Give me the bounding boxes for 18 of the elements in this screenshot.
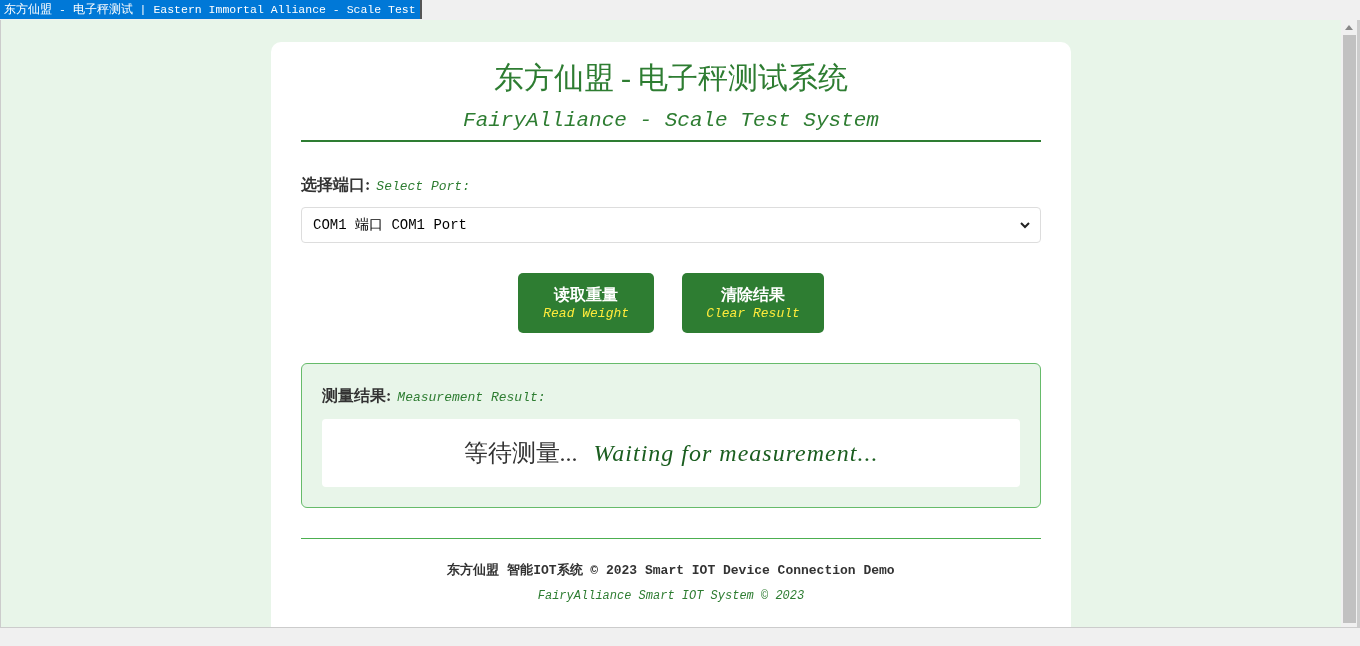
result-label-english: Measurement Result: — [397, 390, 546, 405]
port-label-english: Select Port: — [376, 179, 470, 194]
page-title: 东方仙盟 - 电子秤测试系统 — [492, 60, 850, 96]
scrollbar-thumb[interactable] — [1342, 35, 1356, 623]
footer-text: 东方仙盟 智能IOT系统 © 2023 Smart IOT Device Connection Demo — [446, 561, 896, 579]
footer-subtext: FairyAlliance Smart IOT System © 2023 — [536, 589, 806, 603]
port-label: 选择端口: — [301, 175, 371, 195]
page-subtitle: FairyAlliance - Scale Test System — [462, 108, 880, 134]
scrollbar[interactable] — [1341, 20, 1360, 627]
action-button[interactable]: 读取重量 Read Weight — [518, 273, 655, 333]
chevron-down-icon — [1020, 221, 1030, 229]
result-text: 等待测量... — [463, 439, 578, 468]
result-text-english: Waiting for measurement... — [593, 439, 879, 467]
scroll-up-icon[interactable] — [1345, 25, 1353, 30]
window-title: 东方仙盟 - 电子秤测试 | Eastern Immortal Alliance - Scale Test — [0, 0, 422, 19]
result-label: 测量结果: — [322, 386, 392, 406]
action-button[interactable]: 清除结果 Clear Result — [682, 273, 824, 333]
port-select[interactable]: COM1 端口 COM1 Port — [301, 207, 1041, 243]
